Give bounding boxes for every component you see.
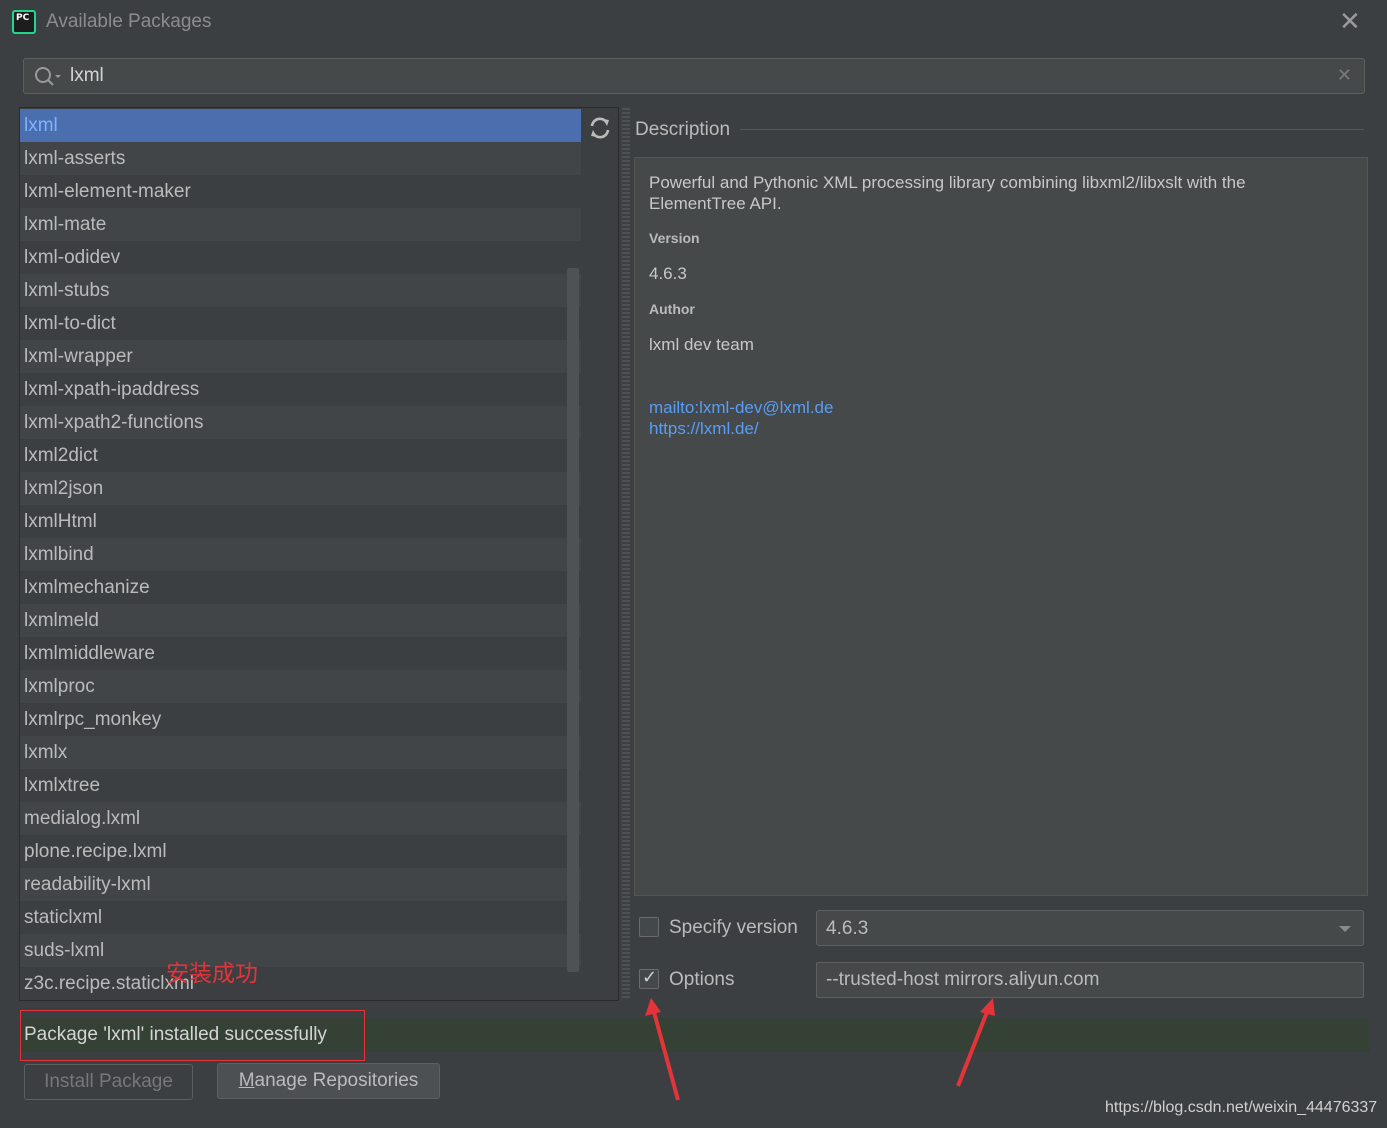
package-list-item[interactable]: lxmlmechanize <box>20 571 581 604</box>
options-label: Options <box>669 969 735 990</box>
chevron-down-icon <box>1339 926 1351 932</box>
search-input[interactable] <box>70 61 1330 91</box>
package-list-item[interactable]: lxmlxtree <box>20 769 581 802</box>
package-list-item[interactable]: z3c.recipe.staticlxml <box>20 967 581 1000</box>
package-list-item[interactable]: lxml-element-maker <box>20 175 581 208</box>
version-value: 4.6.3 <box>649 264 687 283</box>
package-list-item[interactable]: lxml <box>20 109 581 142</box>
author-label: Author <box>649 301 695 317</box>
package-list-item[interactable]: lxml-xpath-ipaddress <box>20 373 581 406</box>
version-select[interactable]: 4.6.3 <box>816 910 1364 946</box>
description-panel: Powerful and Pythonic XML processing lib… <box>634 157 1368 896</box>
package-list-item[interactable]: suds-lxml <box>20 934 581 967</box>
package-list-item[interactable]: lxml-wrapper <box>20 340 581 373</box>
panel-splitter[interactable] <box>622 108 630 1000</box>
mail-link[interactable]: mailto:lxml-dev@lxml.de <box>649 398 833 418</box>
version-selected-value: 4.6.3 <box>826 918 869 939</box>
close-icon[interactable]: ✕ <box>1339 8 1361 34</box>
options-input[interactable] <box>816 962 1364 998</box>
package-list-item[interactable]: medialog.lxml <box>20 802 581 835</box>
package-list-item[interactable]: staticlxml <box>20 901 581 934</box>
package-list-panel: lxml lxml-asserts lxml-element-maker lxml-m… <box>19 107 619 1001</box>
annotation-highlight-box <box>20 1010 365 1061</box>
specify-version-label: Specify version <box>669 917 798 938</box>
pycharm-logo-icon: PC <box>12 10 36 34</box>
manage-repositories-button[interactable]: Manage Repositories <box>217 1063 440 1099</box>
refresh-icon[interactable] <box>586 114 614 142</box>
package-list-item[interactable]: lxmlbind <box>20 538 581 571</box>
description-divider <box>740 129 1364 130</box>
title-bar: PC Available Packages ✕ <box>0 0 1387 44</box>
homepage-link[interactable]: https://lxml.de/ <box>649 419 759 439</box>
package-list-item[interactable]: lxmlmiddleware <box>20 637 581 670</box>
clear-icon[interactable]: ✕ <box>1337 65 1352 86</box>
package-list-item[interactable]: lxml2dict <box>20 439 581 472</box>
package-summary: Powerful and Pythonic XML processing lib… <box>649 173 1246 213</box>
package-list-item[interactable]: lxmlproc <box>20 670 581 703</box>
description-heading: Description <box>635 119 739 141</box>
package-list-item[interactable]: lxml-mate <box>20 208 581 241</box>
package-list-item[interactable]: readability-lxml <box>20 868 581 901</box>
manage-label: anage Repositories <box>254 1070 419 1091</box>
search-icon[interactable] <box>32 64 62 90</box>
checkmark-icon: ✓ <box>642 967 658 987</box>
package-list-item[interactable]: lxml-asserts <box>20 142 581 175</box>
package-list[interactable]: lxml lxml-asserts lxml-element-maker lxml-m… <box>20 109 581 1000</box>
package-list-item[interactable]: lxmlrpc_monkey <box>20 703 581 736</box>
options-checkbox[interactable]: ✓ <box>639 967 659 989</box>
package-list-item[interactable]: lxmlmeld <box>20 604 581 637</box>
package-list-item[interactable]: lxmlHtml <box>20 505 581 538</box>
package-list-item[interactable]: plone.recipe.lxml <box>20 835 581 868</box>
package-list-item[interactable]: lxml2json <box>20 472 581 505</box>
mnemonic-letter: M <box>238 1070 255 1091</box>
annotation-text: 安装成功 <box>166 960 258 986</box>
specify-version-checkbox[interactable] <box>639 917 659 937</box>
install-package-button[interactable]: Install Package <box>24 1064 193 1100</box>
package-list-item[interactable]: lxml-odidev <box>20 241 581 274</box>
package-list-item[interactable]: lxmlx <box>20 736 581 769</box>
author-value: lxml dev team <box>649 335 754 354</box>
search-field[interactable]: ✕ <box>23 58 1365 94</box>
version-label: Version <box>649 230 700 246</box>
package-list-item[interactable]: lxml-xpath2-functions <box>20 406 581 439</box>
package-list-item[interactable]: lxml-to-dict <box>20 307 581 340</box>
watermark: https://blog.csdn.net/weixin_44476337 <box>1105 1099 1378 1116</box>
package-list-item[interactable]: lxml-stubs <box>20 274 581 307</box>
list-scrollbar[interactable] <box>567 268 579 972</box>
window-title: Available Packages <box>46 11 212 32</box>
